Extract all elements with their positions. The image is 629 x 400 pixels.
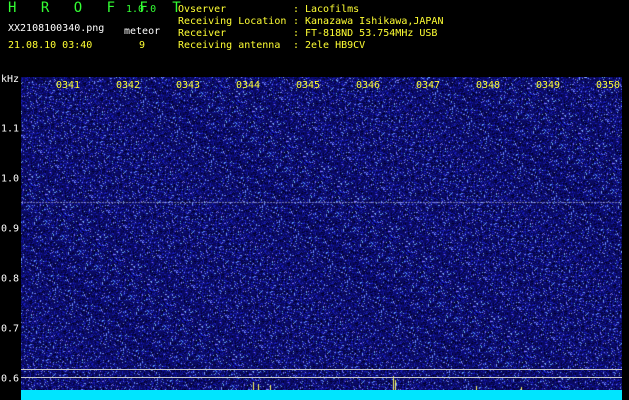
header-panel: H R O F F T 1.0.0 XX2108100340.png meteo… xyxy=(0,0,629,73)
y-tick-label: 0.9 xyxy=(1,223,20,235)
info-value-receiver: FT-818ND 53.754MHz USB xyxy=(305,28,438,39)
spectrogram-plot[interactable] xyxy=(21,77,622,396)
signal-level-bar xyxy=(21,390,622,400)
y-tick-label: 0.6 xyxy=(1,373,20,385)
info-value-observer: Lacofilms xyxy=(305,4,360,15)
reference-line xyxy=(21,369,622,370)
y-tick-label: 1.0 xyxy=(1,173,20,185)
meteor-label: meteor xyxy=(124,26,161,37)
info-label-receiver: Receiver xyxy=(178,28,227,39)
x-tick-label: 0346 xyxy=(355,80,381,91)
info-label-location: Receiving Location xyxy=(178,16,287,27)
info-label-observer: Ovserver xyxy=(178,4,227,15)
meteor-count: 9 xyxy=(139,40,146,51)
y-tick-label: 1.1 xyxy=(1,123,20,135)
x-tick-label: 0343 xyxy=(175,80,201,91)
info-label-antenna: Receiving antenna xyxy=(178,40,281,51)
info-separator: : xyxy=(293,16,300,27)
y-tick-label: 0.7 xyxy=(1,323,20,335)
x-tick-label: 0341 xyxy=(55,80,81,91)
x-tick-label: 0345 xyxy=(295,80,321,91)
y-tick-label: 0.8 xyxy=(1,273,20,285)
info-separator: : xyxy=(293,28,300,39)
x-tick-label: 0342 xyxy=(115,80,141,91)
app-version: 1.0.0 xyxy=(126,4,157,15)
info-separator: : xyxy=(293,40,300,51)
x-tick-label: 0344 xyxy=(235,80,261,91)
info-value-location: Kanazawa Ishikawa,JAPAN xyxy=(305,16,444,27)
date-time: 21.08.10 03:40 xyxy=(8,40,93,51)
reference-line xyxy=(21,377,622,378)
file-name: XX2108100340.png xyxy=(8,23,105,34)
info-separator: : xyxy=(293,4,300,15)
y-axis-unit: kHz xyxy=(1,74,20,85)
spectrogram-canvas[interactable] xyxy=(21,77,622,396)
x-tick-label: 0347 xyxy=(415,80,441,91)
info-value-antenna: 2ele HB9CV xyxy=(305,40,366,51)
x-tick-label: 0348 xyxy=(475,80,501,91)
x-tick-label: 0350 xyxy=(595,80,621,91)
app-title: H R O F F T xyxy=(8,0,189,16)
x-tick-label: 0349 xyxy=(535,80,561,91)
